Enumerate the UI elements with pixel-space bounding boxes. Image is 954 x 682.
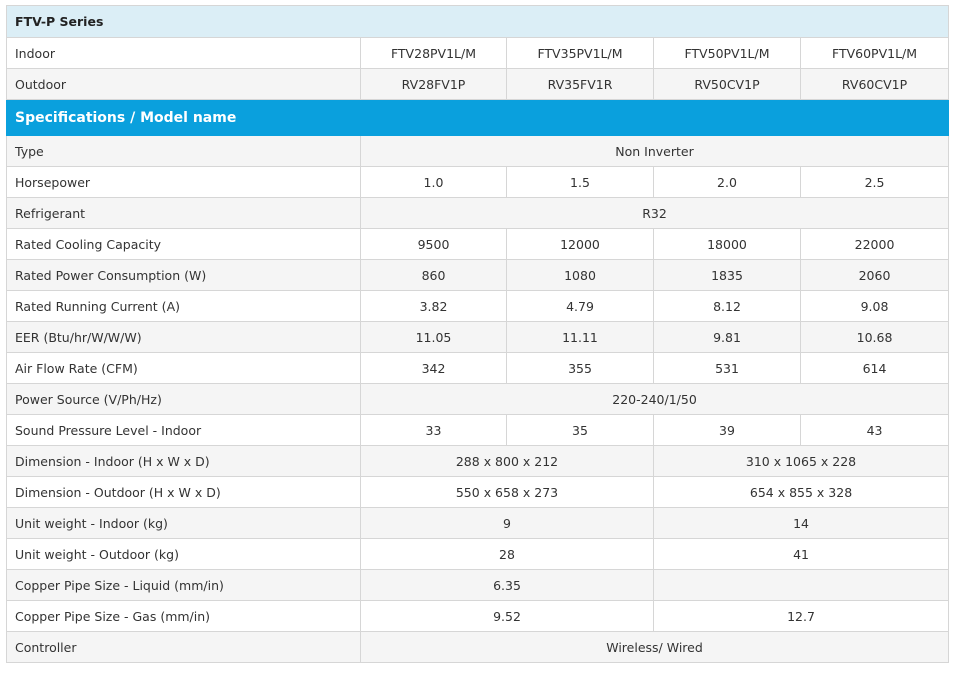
row-label: EER (Btu/hr/W/W/W)	[6, 321, 361, 353]
spec-value: 2.5	[799, 166, 950, 198]
section-title: Specifications / Model name	[5, 99, 950, 136]
spec-value: 654 x 855 x 328	[652, 476, 950, 508]
spec-value: 9.52	[360, 600, 654, 632]
spec-value: 2.0	[653, 166, 801, 198]
spec-value: 342	[360, 352, 507, 384]
spec-row-eer: EER (Btu/hr/W/W/W) 11.05 11.11 9.81 10.6…	[6, 321, 950, 353]
spec-value: 22000	[799, 228, 950, 260]
row-label: Horsepower	[6, 166, 361, 198]
spec-row-sound-pressure: Sound Pressure Level - Indoor 33 35 39 4…	[6, 414, 950, 446]
spec-value: 310 x 1065 x 228	[652, 445, 950, 477]
row-label: Power Source (V/Ph/Hz)	[6, 383, 361, 415]
row-label: Unit weight - Outdoor (kg)	[6, 538, 361, 570]
spec-row-dimension-indoor: Dimension - Indoor (H x W x D) 288 x 800…	[6, 445, 950, 477]
spec-row-air-flow: Air Flow Rate (CFM) 342 355 531 614	[6, 352, 950, 384]
spec-value: 35	[506, 414, 654, 446]
spec-row-cooling-capacity: Rated Cooling Capacity 9500 12000 18000 …	[6, 228, 950, 260]
row-label: Air Flow Rate (CFM)	[6, 352, 361, 384]
indoor-models-row: Indoor FTV28PV1L/M FTV35PV1L/M FTV50PV1L…	[6, 37, 950, 69]
spec-value: Wireless/ Wired	[359, 631, 950, 663]
series-title: FTV-P Series	[5, 5, 950, 38]
spec-row-weight-outdoor: Unit weight - Outdoor (kg) 28 41	[6, 538, 950, 570]
row-label: Rated Power Consumption (W)	[6, 259, 361, 291]
spec-row-pipe-gas: Copper Pipe Size - Gas (mm/in) 9.52 12.7	[6, 600, 950, 632]
spec-value: 28	[360, 538, 654, 570]
spec-row-running-current: Rated Running Current (A) 3.82 4.79 8.12…	[6, 290, 950, 322]
outdoor-model: RV35FV1R	[506, 68, 654, 100]
spec-value: 9.81	[653, 321, 801, 353]
row-label: Indoor	[6, 37, 361, 69]
spec-value: 860	[360, 259, 507, 291]
indoor-model: FTV35PV1L/M	[506, 37, 654, 69]
row-label: Copper Pipe Size - Liquid (mm/in)	[6, 569, 361, 601]
spec-value: 9	[360, 507, 654, 539]
indoor-model: FTV50PV1L/M	[653, 37, 801, 69]
spec-value: 8.12	[653, 290, 801, 322]
row-label: Copper Pipe Size - Gas (mm/in)	[6, 600, 361, 632]
row-label: Sound Pressure Level - Indoor	[6, 414, 361, 446]
spec-row-dimension-outdoor: Dimension - Outdoor (H x W x D) 550 x 65…	[6, 476, 950, 508]
spec-value: 18000	[653, 228, 801, 260]
spec-value: 14	[652, 507, 950, 539]
spec-value: 12.7	[652, 600, 950, 632]
spec-value: 33	[360, 414, 507, 446]
spec-value: 220-240/1/50	[359, 383, 950, 415]
spec-value: 9500	[360, 228, 507, 260]
spec-row-horsepower: Horsepower 1.0 1.5 2.0 2.5	[6, 166, 950, 198]
row-label: Controller	[6, 631, 361, 663]
row-label: Dimension - Outdoor (H x W x D)	[6, 476, 361, 508]
spec-value: 3.82	[360, 290, 507, 322]
section-header-row: Specifications / Model name	[5, 99, 950, 136]
spec-value: 11.05	[360, 321, 507, 353]
row-label: Type	[6, 135, 361, 167]
spec-value: 43	[799, 414, 950, 446]
spec-value: 12000	[506, 228, 654, 260]
outdoor-models-row: Outdoor RV28FV1P RV35FV1R RV50CV1P RV60C…	[6, 68, 950, 100]
spec-value	[652, 569, 950, 601]
row-label: Rated Cooling Capacity	[6, 228, 361, 260]
spec-value: 6.35	[360, 569, 654, 601]
spec-value: 2060	[799, 259, 950, 291]
spec-value: Non Inverter	[359, 135, 950, 167]
spec-value: R32	[359, 197, 950, 229]
row-label: Outdoor	[6, 68, 361, 100]
spec-value: 11.11	[506, 321, 654, 353]
spec-value: 9.08	[799, 290, 950, 322]
row-label: Dimension - Indoor (H x W x D)	[6, 445, 361, 477]
spec-value: 4.79	[506, 290, 654, 322]
spec-row-pipe-liquid: Copper Pipe Size - Liquid (mm/in) 6.35	[6, 569, 950, 601]
indoor-model: FTV28PV1L/M	[360, 37, 507, 69]
spec-row-refrigerant: Refrigerant R32	[6, 197, 950, 229]
spec-table-container: FTV-P Series Indoor FTV28PV1L/M FTV35PV1…	[5, 5, 950, 663]
spec-value: 550 x 658 x 273	[360, 476, 654, 508]
spec-value: 1.0	[360, 166, 507, 198]
spec-row-controller: Controller Wireless/ Wired	[6, 631, 950, 663]
spec-value: 1080	[506, 259, 654, 291]
spec-row-type: Type Non Inverter	[6, 135, 950, 167]
spec-value: 10.68	[799, 321, 950, 353]
spec-table: FTV-P Series Indoor FTV28PV1L/M FTV35PV1…	[5, 5, 950, 663]
spec-row-power-source: Power Source (V/Ph/Hz) 220-240/1/50	[6, 383, 950, 415]
spec-value: 39	[653, 414, 801, 446]
spec-value: 41	[652, 538, 950, 570]
outdoor-model: RV50CV1P	[653, 68, 801, 100]
spec-value: 1.5	[506, 166, 654, 198]
row-label: Unit weight - Indoor (kg)	[6, 507, 361, 539]
outdoor-model: RV60CV1P	[799, 68, 950, 100]
spec-value: 1835	[653, 259, 801, 291]
indoor-model: FTV60PV1L/M	[799, 37, 950, 69]
spec-value: 531	[653, 352, 801, 384]
outdoor-model: RV28FV1P	[360, 68, 507, 100]
spec-value: 614	[799, 352, 950, 384]
row-label: Rated Running Current (A)	[6, 290, 361, 322]
spec-row-weight-indoor: Unit weight - Indoor (kg) 9 14	[6, 507, 950, 539]
series-header-row: FTV-P Series	[5, 5, 950, 38]
spec-row-power-consumption: Rated Power Consumption (W) 860 1080 183…	[6, 259, 950, 291]
spec-value: 355	[506, 352, 654, 384]
row-label: Refrigerant	[6, 197, 361, 229]
spec-value: 288 x 800 x 212	[360, 445, 654, 477]
